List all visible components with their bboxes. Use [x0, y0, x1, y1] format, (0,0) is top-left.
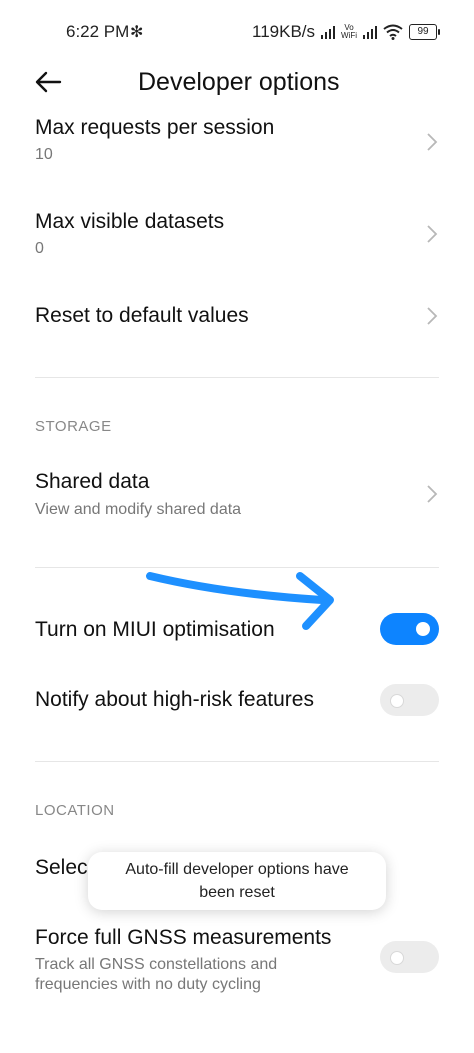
toast-line-2: been reset — [199, 884, 275, 901]
chevron-right-icon — [427, 133, 438, 151]
divider — [35, 377, 439, 378]
fan-icon: ✻ — [130, 24, 144, 41]
max-visible-row[interactable]: Max visible datasets 0 — [0, 206, 474, 272]
toggle-knob — [416, 622, 430, 636]
max-visible-value: 0 — [35, 240, 44, 257]
max-visible-title: Max visible datasets — [35, 210, 225, 233]
shared-data-subtitle: View and modify shared data — [35, 501, 242, 518]
divider — [35, 761, 439, 762]
status-bar: 6:22 PM ✻ 119KB/s Vo WiFi 99 — [0, 0, 474, 62]
location-section-header: LOCATION — [35, 802, 115, 819]
battery-icon: 99 — [409, 24, 441, 40]
gnss-subtitle-line2: frequencies with no duty cycling — [35, 976, 261, 993]
reset-defaults-title: Reset to default values — [35, 304, 249, 327]
status-time: 6:22 PM — [66, 22, 130, 41]
toast-message: Auto-fill developer options have been re… — [88, 852, 386, 910]
gnss-subtitle-line1: Track all GNSS constellations and — [35, 956, 278, 973]
reset-defaults-row[interactable]: Reset to default values — [0, 300, 474, 340]
shared-data-title: Shared data — [35, 470, 150, 493]
shared-data-row[interactable]: Shared data View and modify shared data — [0, 466, 474, 526]
select-mock-location-title: Selec — [35, 856, 88, 879]
miui-optimisation-toggle[interactable] — [380, 613, 439, 645]
page-title: Developer options — [138, 68, 340, 96]
back-arrow-icon[interactable] — [34, 68, 62, 96]
max-requests-title: Max requests per session — [35, 116, 275, 139]
chevron-right-icon — [427, 225, 438, 243]
divider — [35, 567, 439, 568]
toggle-knob — [390, 694, 404, 708]
miui-optimisation-title: Turn on MIUI optimisation — [35, 618, 275, 641]
status-icons: 119KB/s Vo WiFi 99 — [252, 22, 441, 42]
gnss-title: Force full GNSS measurements — [35, 926, 332, 949]
chevron-right-icon — [427, 307, 438, 325]
app-header: Developer options — [0, 62, 474, 106]
vowifi-icon: Vo WiFi — [341, 23, 358, 40]
network-speed: 119KB/s — [252, 22, 316, 41]
high-risk-toggle[interactable] — [380, 684, 439, 716]
toast-line-1: Auto-fill developer options have — [125, 861, 349, 878]
toggle-knob — [390, 951, 404, 965]
signal-icon-2 — [363, 25, 378, 39]
chevron-right-icon — [427, 485, 438, 503]
storage-section-header: STORAGE — [35, 418, 112, 435]
high-risk-title: Notify about high-risk features — [35, 688, 314, 711]
signal-icon — [321, 25, 336, 39]
max-requests-value: 10 — [35, 146, 53, 163]
max-requests-row[interactable]: Max requests per session 10 — [0, 112, 474, 178]
wifi-icon — [383, 24, 403, 40]
gnss-toggle[interactable] — [380, 941, 439, 973]
